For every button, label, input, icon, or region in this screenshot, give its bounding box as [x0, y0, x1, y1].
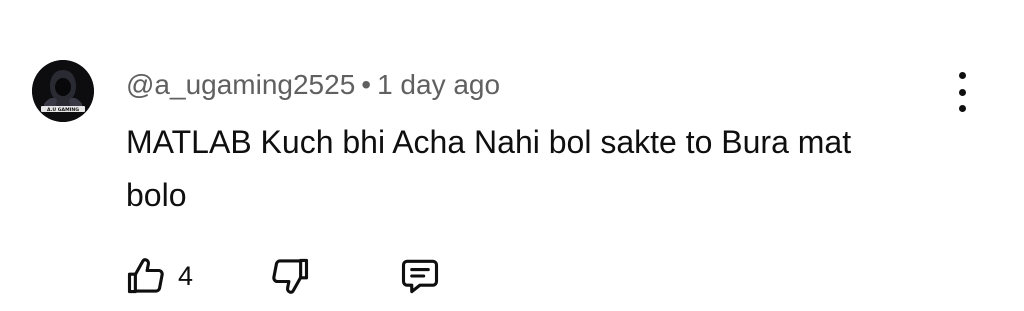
dislike-button[interactable]	[268, 254, 312, 298]
like-count: 4	[178, 261, 194, 291]
thumbs-down-icon	[268, 254, 312, 298]
comment-meta: @a_ugaming2525 • 1 day ago	[126, 68, 500, 102]
comment-text: MATLAB Kuch bhi Acha Nahi bol sakte to B…	[126, 124, 852, 213]
meta-separator: •	[361, 69, 372, 100]
vertical-dots-icon	[958, 72, 966, 79]
author-name[interactable]: @a_ugaming2525	[126, 69, 355, 100]
more-options-button[interactable]	[944, 72, 980, 112]
menu-dot	[958, 88, 966, 96]
avatar-image: A.U GAMING	[32, 60, 94, 122]
thumbs-up-icon	[124, 254, 168, 298]
like-button[interactable]: 4	[124, 254, 193, 298]
comment-item: A.U GAMING @a_ugaming2525 • 1 day ago MATL…	[0, 0, 1024, 311]
menu-dot	[958, 105, 966, 112]
avatar-caption: A.U GAMING	[47, 107, 79, 113]
avatar[interactable]: A.U GAMING	[32, 60, 94, 122]
comment-icon	[398, 254, 442, 298]
reply-button[interactable]	[398, 254, 442, 298]
comment-timestamp[interactable]: 1 day ago	[377, 69, 500, 100]
